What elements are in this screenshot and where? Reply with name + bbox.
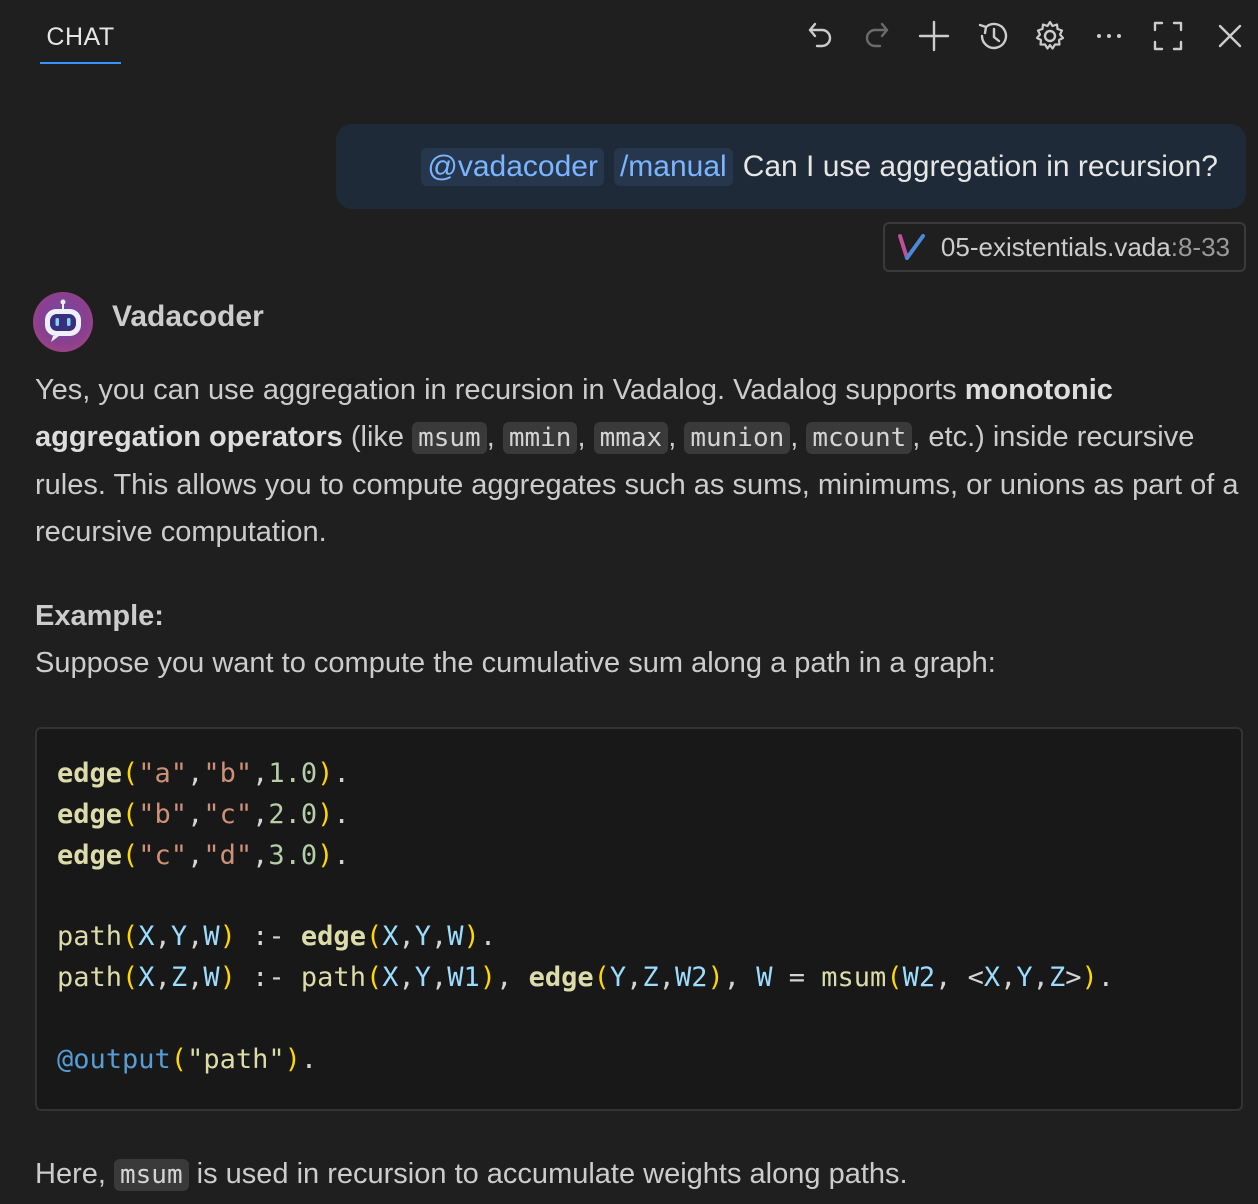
example-text: Suppose you want to compute the cumulati…	[35, 647, 996, 679]
outro-end: is used in recursion to accumulate weigh…	[188, 1158, 908, 1190]
settings-button[interactable]	[1028, 14, 1072, 58]
code-block[interactable]: edge("a","b",1.0). edge("b","c",2.0). ed…	[35, 727, 1243, 1111]
redo-icon	[865, 22, 889, 48]
history-icon	[978, 22, 1008, 50]
intro-text: Yes, you can use aggregation in recursio…	[35, 374, 965, 406]
maximize-button[interactable]	[1146, 14, 1190, 58]
more-icon	[1097, 34, 1121, 38]
chat-header: CHAT	[0, 0, 1258, 72]
chat-panel: CHAT @vadacoder /manual Can I use aggreg…	[0, 0, 1258, 1204]
inline-code: msum	[412, 422, 487, 454]
new-chat-button[interactable]	[912, 14, 956, 58]
vadalog-file-icon	[897, 234, 925, 260]
file-attachment[interactable]: 05-existentials.vada:8-33	[882, 222, 1246, 272]
response-outro: Here, msum is used in recursion to accum…	[35, 1151, 1250, 1199]
user-message: @vadacoder /manual Can I use aggregation…	[336, 124, 1246, 209]
code-line-1: edge("a","b",1.0).	[57, 758, 350, 789]
command-mention[interactable]: /manual	[613, 147, 733, 186]
inline-code: munion	[684, 422, 791, 454]
code-line-6: path(X,Z,W) :- path(X,Y,W1), edge(Y,Z,W2…	[57, 961, 1114, 993]
tab-chat-label: CHAT	[46, 23, 115, 51]
agent-avatar	[33, 292, 93, 352]
close-icon	[1218, 24, 1242, 48]
user-message-text: Can I use aggregation in recursion?	[742, 149, 1218, 183]
active-tab-indicator	[40, 62, 121, 64]
agent-name: Vadacoder	[112, 300, 264, 333]
close-button[interactable]	[1208, 14, 1252, 58]
outro-text: Here,	[35, 1158, 114, 1190]
maximize-icon	[1153, 21, 1183, 51]
code-line-3: edge("c","d",3.0).	[57, 839, 350, 871]
undo-button[interactable]	[798, 14, 842, 58]
undo-icon	[808, 22, 832, 48]
more-actions-button[interactable]	[1087, 14, 1131, 58]
intro-like: (like	[342, 421, 413, 453]
code-line-8: @output("path").	[57, 1043, 318, 1075]
attachment-range: :8-33	[1170, 231, 1230, 262]
code-line-5: path(X,Y,W) :- edge(X,Y,W).	[57, 921, 497, 953]
tab-chat[interactable]: CHAT	[40, 20, 121, 64]
inline-code: mcount	[806, 422, 913, 454]
agent-mention[interactable]: @vadacoder	[421, 147, 604, 186]
inline-code: mmin	[502, 422, 578, 454]
example-heading: Example:	[35, 600, 164, 632]
code-line-2: edge("b","c",2.0).	[57, 798, 350, 830]
inline-code: mmax	[593, 422, 669, 454]
gear-icon	[1035, 20, 1065, 50]
redo-button[interactable]	[855, 14, 899, 58]
robot-icon	[45, 299, 81, 342]
history-button[interactable]	[971, 14, 1015, 58]
response-intro: Yes, you can use aggregation in recursio…	[35, 374, 1239, 548]
inline-code: msum	[113, 1159, 189, 1191]
code-content: edge("a","b",1.0). edge("b","c",2.0). ed…	[57, 754, 1114, 1080]
attachment-filename: 05-existentials.vada	[940, 231, 1171, 262]
plus-icon	[918, 20, 950, 52]
